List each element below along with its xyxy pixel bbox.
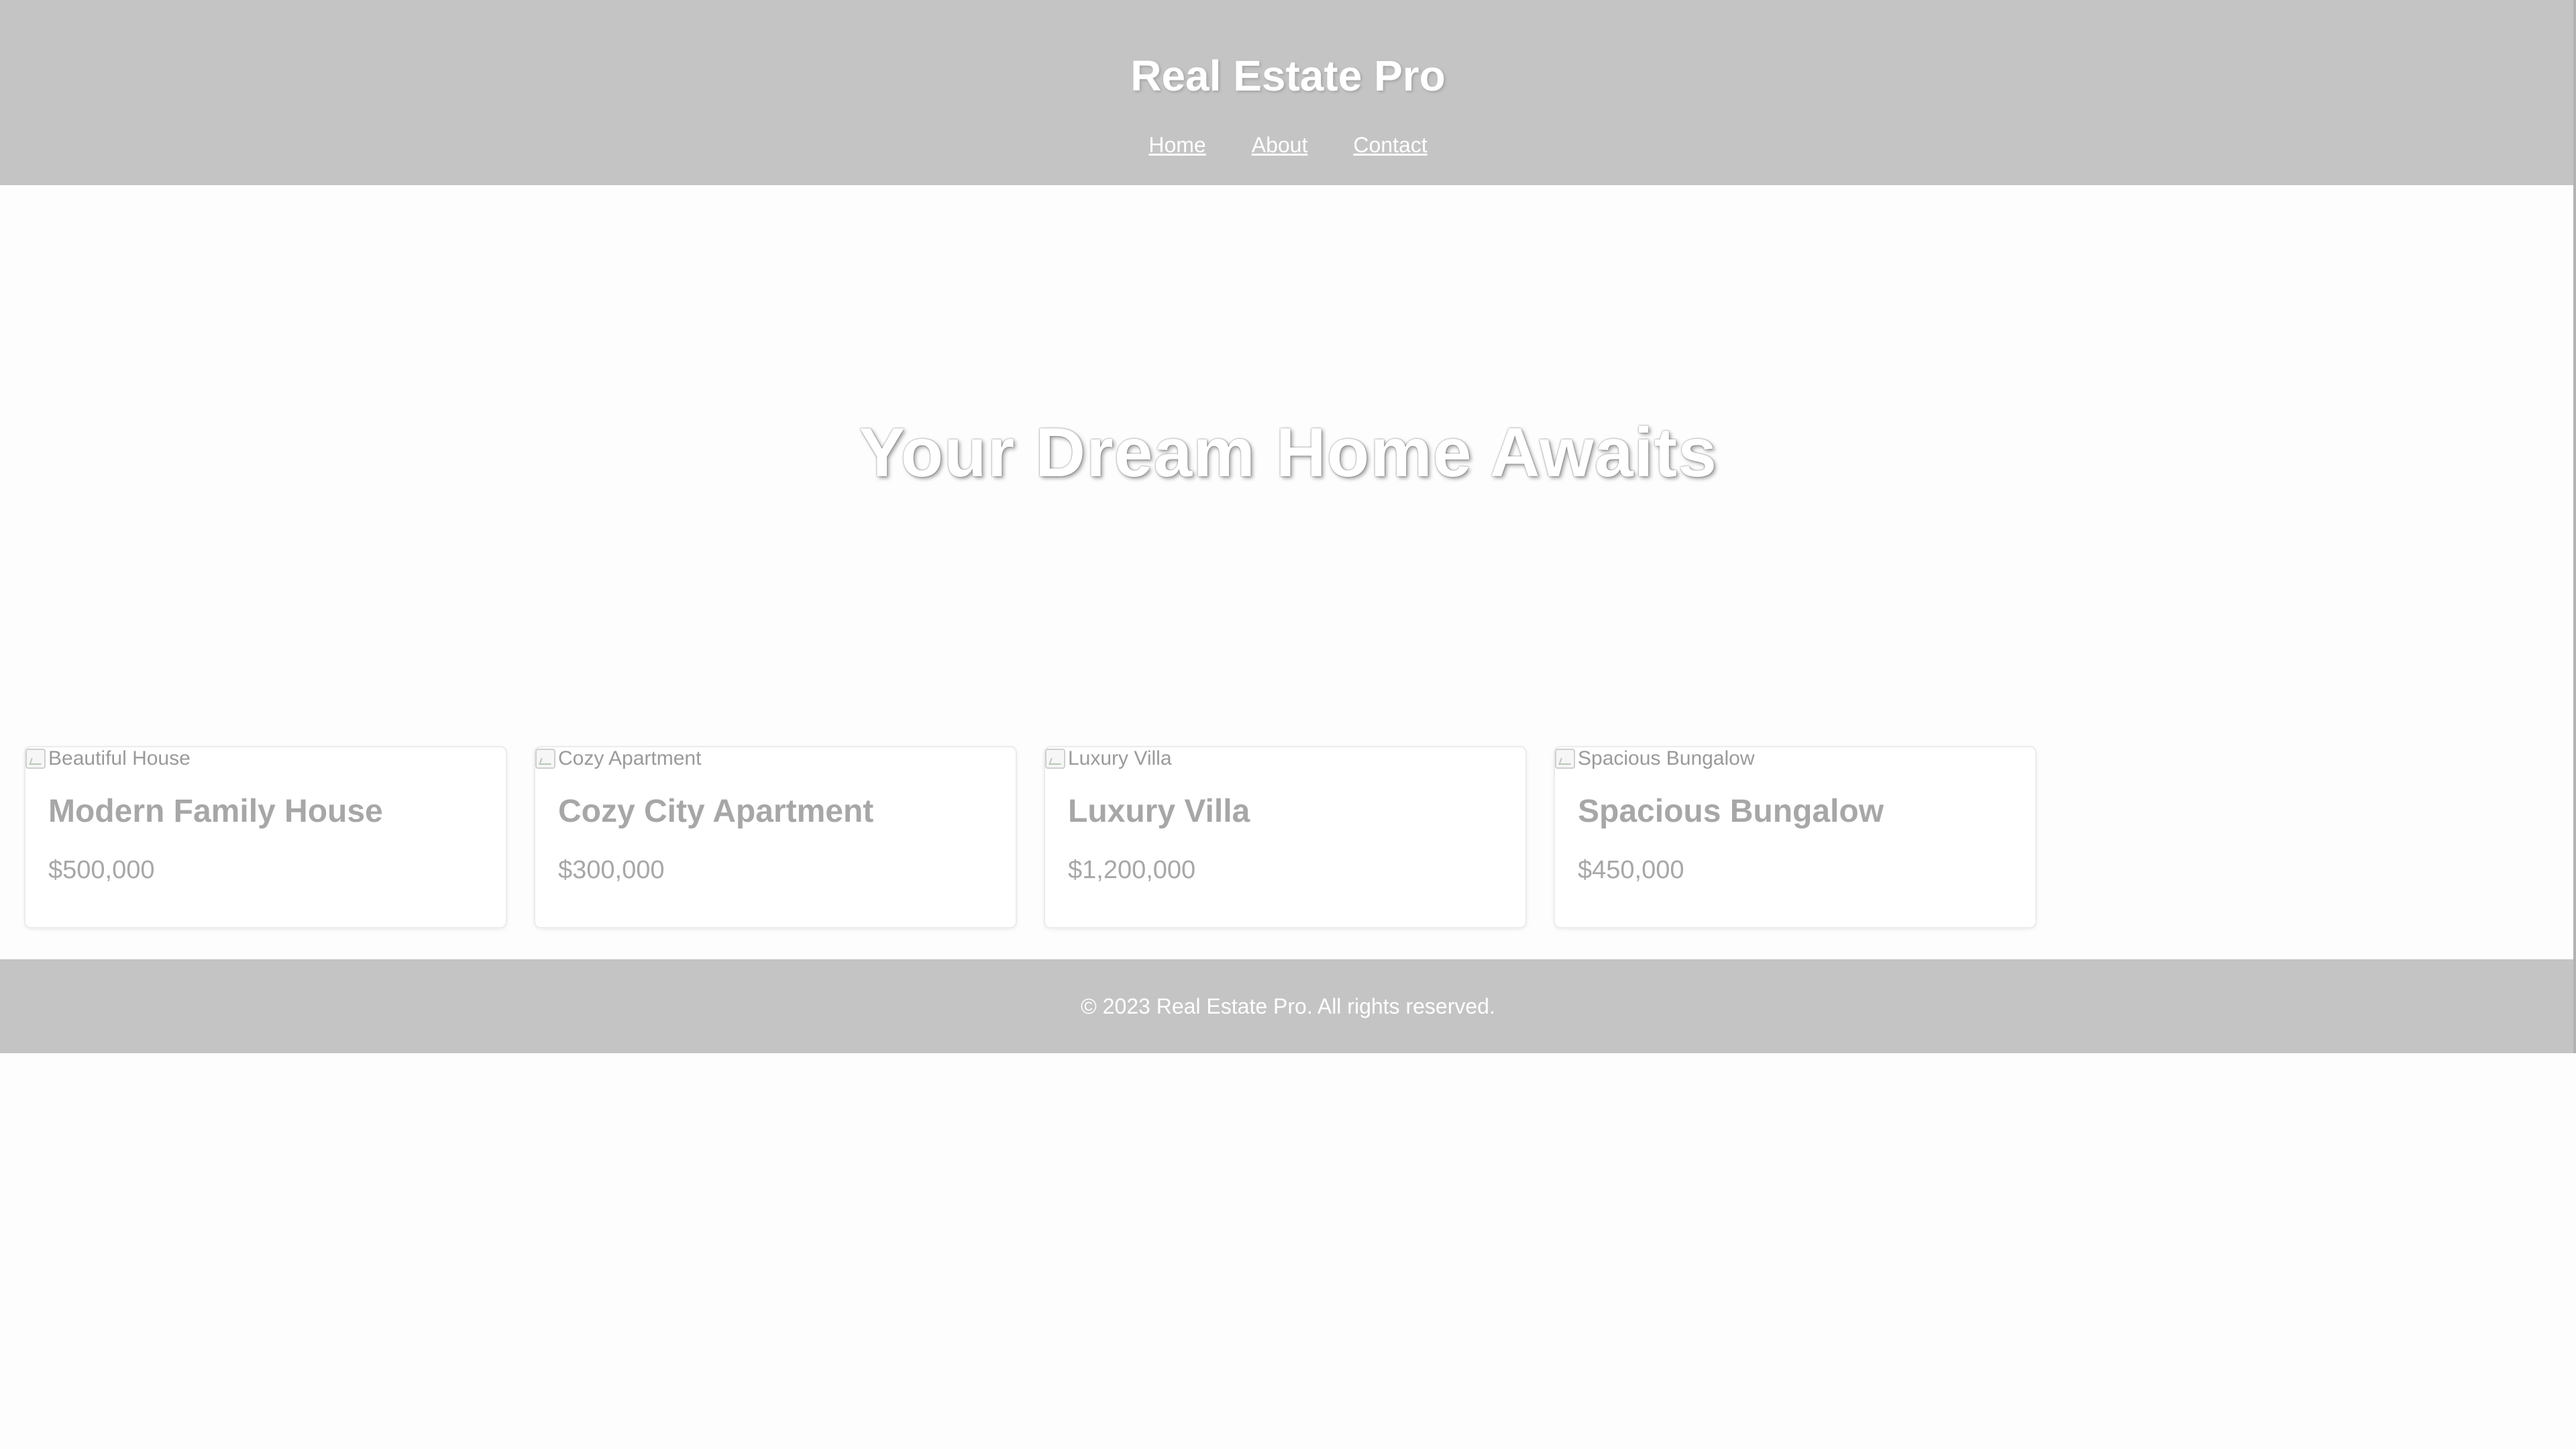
listing-price: $1,200,000	[1068, 856, 1196, 884]
broken-image-icon	[535, 749, 555, 769]
listing-title[interactable]: Modern Family House	[48, 793, 383, 830]
listing-image[interactable]: Luxury Villa	[1045, 747, 1172, 770]
listing-price: $450,000	[1578, 856, 1684, 884]
footer-copyright: © 2023 Real Estate Pro. All rights reser…	[1081, 994, 1495, 1018]
listing-card[interactable]: Spacious Bungalow Spacious Bungalow $450…	[1554, 746, 2037, 928]
listing-card[interactable]: Luxury Villa Luxury Villa $1,200,000	[1044, 746, 1527, 928]
nav-link-home[interactable]: Home	[1148, 133, 1205, 158]
listing-image-alt: Spacious Bungalow	[1578, 747, 1755, 769]
hero-section: Your Dream Home Awaits	[0, 185, 2576, 722]
scrollbar-edge[interactable]	[2573, 0, 2576, 1053]
listing-card[interactable]: Cozy Apartment Cozy City Apartment $300,…	[534, 746, 1017, 928]
listing-image[interactable]: Beautiful House	[25, 747, 191, 770]
site-footer: © 2023 Real Estate Pro. All rights reser…	[0, 959, 2576, 1053]
listing-price: $300,000	[558, 856, 665, 884]
listing-price: $500,000	[48, 856, 155, 884]
listing-image[interactable]: Spacious Bungalow	[1555, 747, 1755, 770]
listing-title[interactable]: Luxury Villa	[1068, 793, 1250, 830]
listing-title[interactable]: Spacious Bungalow	[1578, 793, 1884, 830]
listing-card[interactable]: Beautiful House Modern Family House $500…	[24, 746, 507, 928]
nav-link-about[interactable]: About	[1252, 133, 1308, 158]
site-header: Real Estate Pro Home About Contact	[0, 0, 2576, 185]
listing-image-alt: Cozy Apartment	[558, 747, 702, 769]
listings-grid: Beautiful House Modern Family House $500…	[24, 746, 2037, 928]
listing-image-alt: Beautiful House	[48, 747, 191, 769]
broken-image-icon	[1555, 749, 1575, 769]
listing-title[interactable]: Cozy City Apartment	[558, 793, 873, 830]
listing-image-alt: Luxury Villa	[1068, 747, 1172, 769]
hero-headline: Your Dream Home Awaits	[858, 414, 1717, 492]
site-title: Real Estate Pro	[1130, 52, 1446, 100]
main-nav: Home About Contact	[0, 133, 2576, 158]
broken-image-icon	[25, 749, 46, 769]
nav-link-contact[interactable]: Contact	[1353, 133, 1427, 158]
broken-image-icon	[1045, 749, 1065, 769]
listing-image[interactable]: Cozy Apartment	[535, 747, 701, 770]
